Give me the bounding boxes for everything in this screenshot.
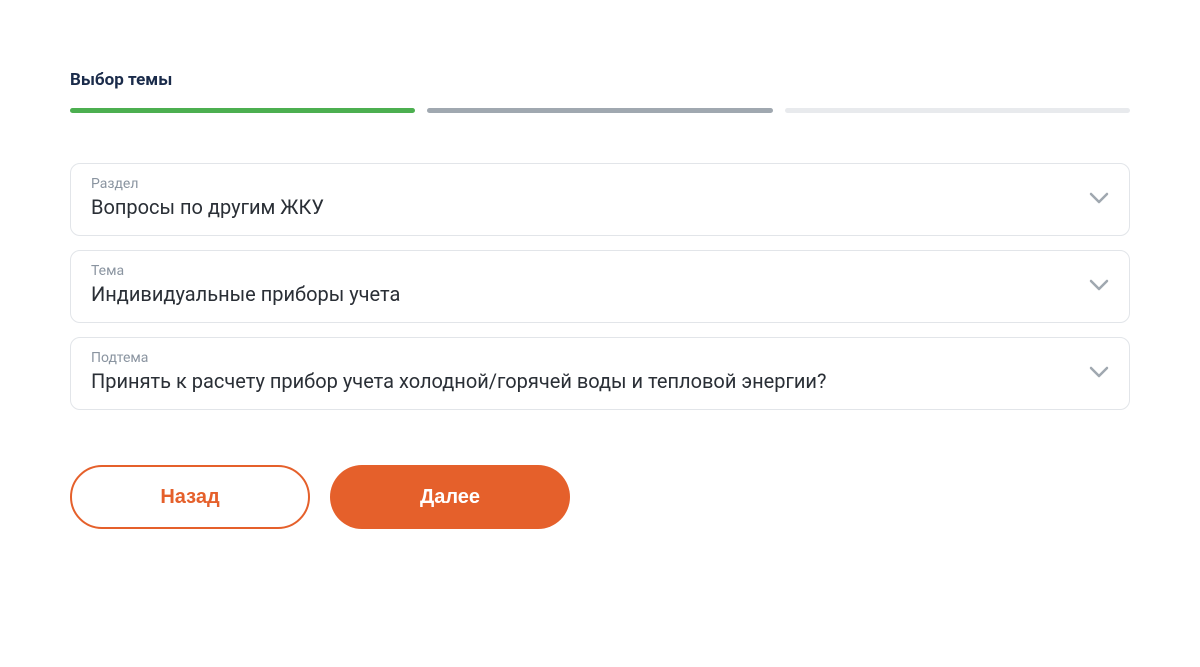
subtopic-dropdown[interactable]: Подтема Принять к расчету прибор учета х…: [70, 337, 1130, 410]
progress-segment-1: [70, 108, 415, 113]
button-row: Назад Далее: [70, 465, 1130, 529]
topic-value: Индивидуальные приборы учета: [91, 281, 400, 308]
form-container: Выбор темы Раздел Вопросы по другим ЖКУ …: [70, 70, 1130, 529]
section-dropdown[interactable]: Раздел Вопросы по другим ЖКУ: [70, 163, 1130, 236]
subtopic-label: Подтема: [91, 350, 826, 366]
subtopic-dropdown-content: Подтема Принять к расчету прибор учета х…: [91, 350, 826, 395]
topic-dropdown[interactable]: Тема Индивидуальные приборы учета: [70, 250, 1130, 323]
chevron-down-icon: [1089, 189, 1109, 208]
section-label: Раздел: [91, 176, 324, 192]
back-button[interactable]: Назад: [70, 465, 310, 529]
progress-segment-2: [427, 108, 772, 113]
progress-bar: [70, 108, 1130, 113]
section-dropdown-content: Раздел Вопросы по другим ЖКУ: [91, 176, 324, 221]
topic-dropdown-content: Тема Индивидуальные приборы учета: [91, 263, 400, 308]
chevron-down-icon: [1089, 276, 1109, 295]
subtopic-value: Принять к расчету прибор учета холодной/…: [91, 368, 826, 395]
progress-segment-3: [785, 108, 1130, 113]
step-title: Выбор темы: [70, 70, 1130, 90]
next-button[interactable]: Далее: [330, 465, 570, 529]
chevron-down-icon: [1089, 363, 1109, 382]
section-value: Вопросы по другим ЖКУ: [91, 194, 324, 221]
dropdown-group: Раздел Вопросы по другим ЖКУ Тема Индиви…: [70, 163, 1130, 410]
topic-label: Тема: [91, 263, 400, 279]
